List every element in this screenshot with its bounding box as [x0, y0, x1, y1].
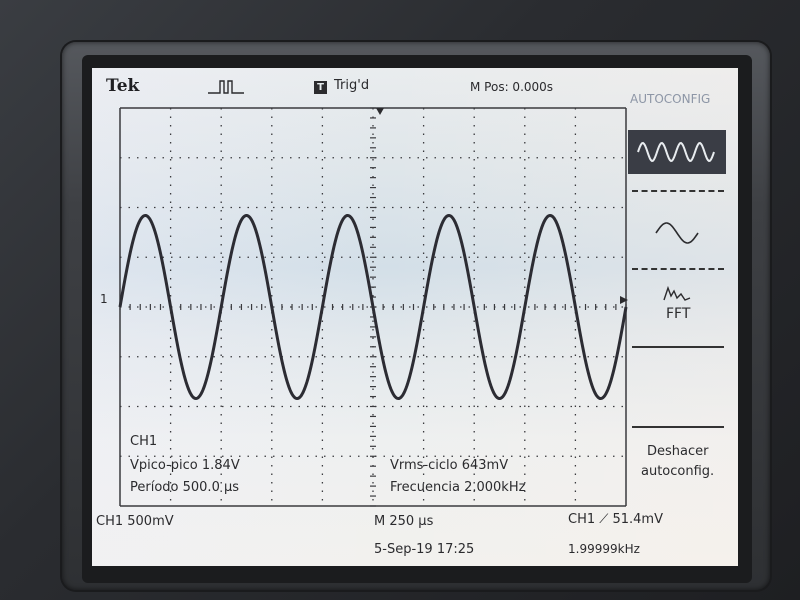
menu-undo-autoconfig-button[interactable]: Deshacer autoconfig. [628, 444, 726, 492]
trigger-level-marker [620, 296, 628, 304]
measure-frequency: Frecuencia 2.000kHz [390, 480, 526, 495]
menu-separator [632, 346, 724, 348]
single-cycle-sine-icon [655, 222, 699, 244]
ch1-volts-per-div: CH1 500mV [96, 514, 174, 529]
fft-spectrum-icon [663, 285, 691, 301]
menu-separator [632, 426, 724, 428]
menu-separator [632, 268, 724, 270]
menu-fft-button[interactable]: FFT [628, 282, 726, 332]
trigger-position-marker [376, 108, 384, 115]
menu-separator [632, 190, 724, 192]
fft-label: FFT [666, 306, 691, 322]
date-time: 5-Sep-19 17:25 [374, 542, 475, 557]
oscilloscope-screen: Tek T Trig'd M Pos: 0.000s AUTOCONFIG 1 … [92, 68, 738, 566]
multi-cycle-sine-icon [637, 141, 715, 163]
undo-label-2: autoconfig. [641, 464, 715, 479]
ch1-trace [118, 214, 628, 400]
ch1-ground-marker: 1 [100, 292, 108, 306]
undo-label-1: Deshacer [647, 444, 709, 459]
measure-period: Período 500.0 µs [130, 480, 240, 495]
menu-single-cycle-button[interactable] [628, 208, 726, 258]
measure-vpp: Vpico-pico 1.84V [130, 458, 240, 473]
menu-multi-cycle-button[interactable] [628, 130, 726, 174]
measure-channel: CH1 [130, 434, 158, 449]
trigger-frequency: 1.99999kHz [568, 542, 640, 556]
timebase: M 250 µs [374, 514, 434, 529]
measure-vrms: Vrms-ciclo 643mV [390, 458, 509, 473]
trigger-readout: CH1 ⟋ 51.4mV [568, 512, 663, 527]
